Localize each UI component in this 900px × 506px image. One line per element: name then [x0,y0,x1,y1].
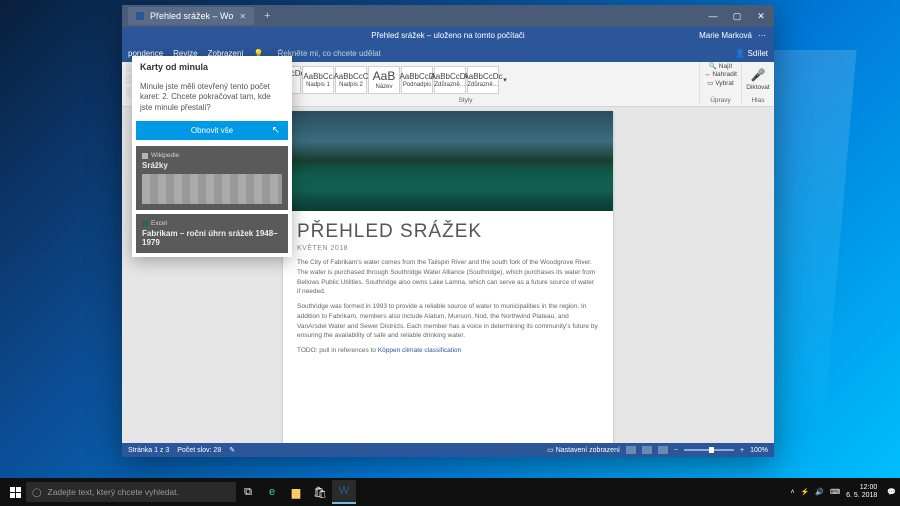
volume-icon[interactable]: 🔊 [815,488,824,496]
paragraph-3: TODO: pull in references to Köppen clima… [297,346,599,356]
user-name: Marie Marková [699,31,752,40]
restore-all-button[interactable]: Obnovit vše ↖ [136,121,288,140]
style-nzev[interactable]: AaBNázev [368,66,400,94]
style-nadpis1[interactable]: AaBbCcNadpis 1 [302,66,334,94]
search-placeholder: Zadejte text, který chcete vyhledat. [48,487,179,497]
replace-button[interactable]: ↔ Nahradit [704,71,737,78]
tell-me-search[interactable]: Řekněte mi, co chcete udělat [278,49,381,58]
popup-title: Karty od minula [132,56,292,78]
store-button[interactable]: 🛍 [308,480,332,504]
card-thumbnail [142,174,282,204]
paragraph-1: The City of Fabrikam's water comes from … [297,258,599,297]
ribbon-group-voice: 🎤 Diktovat Hlas [742,62,774,104]
title-bar: Přehled srážek – uloženo na tomto počíta… [122,27,774,44]
system-tray: ˄ ⚡ 🔊 ⌨ 12:00 6. 5. 2018 💬 [791,484,897,499]
hyperlink[interactable]: Köppen climate classification [378,347,461,354]
wikipedia-icon [142,153,148,159]
dictate-label: Diktovat [746,84,769,91]
clock-time: 12:00 [846,484,877,492]
voice-group-label: Hlas [746,97,770,104]
previous-tab-card-wikipedia[interactable]: Wikipedie Srážky [136,146,288,210]
print-layout-button[interactable] [642,446,652,454]
document-title: Přehled srážek – uloženo na tomto počíta… [371,31,524,40]
clock-date: 6. 5. 2018 [846,492,877,500]
zoom-in-button[interactable]: + [740,447,744,454]
task-view-button[interactable]: ⧉ [236,480,260,504]
styles-more-button[interactable]: ▾ [500,76,510,84]
styles-group-label: Styly [236,97,695,104]
web-layout-button[interactable] [658,446,668,454]
cortana-icon: ◯ [32,487,42,498]
previous-tab-card-excel[interactable]: Excel Fabrikam – roční úhrn srážek 1948–… [136,214,288,253]
network-icon[interactable]: ⚡ [801,488,810,496]
close-tab-icon[interactable]: ✕ [239,12,246,21]
window-tab-word[interactable]: Přehled srážek – Wo ✕ [128,7,254,25]
card-app-name: Excel [151,220,167,227]
share-icon: 👤 [735,49,745,58]
display-settings-button[interactable]: ▭ Nastavení zobrazení [547,446,620,454]
share-label: Sdílet [748,49,768,58]
page-indicator[interactable]: Stránka 1 z 3 [128,447,169,454]
paragraph-2: Southridge was formed in 1993 to provide… [297,302,599,341]
ribbon-group-styles: AaBbCcDc¶ NormálníAaBbCcDc¶ Bez mezerAaB… [232,62,700,104]
zoom-slider[interactable] [684,449,734,451]
previous-tabs-popup: Karty od minula Minule jste měli otevřen… [132,56,292,257]
word-taskbar-button[interactable]: W [332,480,356,504]
style-nadpis2[interactable]: AaBbCcCNadpis 2 [335,66,367,94]
spellcheck-icon[interactable]: ✎ [229,446,235,454]
restore-all-label: Obnovit vše [191,126,233,135]
notifications-icon[interactable]: 💬 [887,488,896,496]
close-window-button[interactable]: ✕ [754,11,768,22]
maximize-button[interactable]: ▢ [730,11,744,22]
status-bar: Stránka 1 z 3 Počet slov: 28 ✎ ▭ Nastave… [122,443,774,457]
file-explorer-button[interactable]: ▆ [284,480,308,504]
style-zdrazn[interactable]: AaBbCcDcZdůrazně… [434,66,466,94]
new-tab-button[interactable]: + [258,10,276,22]
document-hero-image [283,111,613,211]
word-count[interactable]: Počet slov: 28 [177,447,221,454]
taskbar-clock[interactable]: 12:00 6. 5. 2018 [846,484,881,499]
edge-button[interactable]: e [260,480,284,504]
style-zdrazn[interactable]: AaBbCcDcZdůrazně… [467,66,499,94]
card-title: Srážky [142,161,282,170]
card-app-name: Wikipedie [151,152,179,159]
window-tab-bar: Přehled srážek – Wo ✕ + — ▢ ✕ [122,5,774,27]
read-mode-button[interactable] [626,446,636,454]
excel-icon [142,221,148,227]
word-icon [136,12,144,20]
cursor-icon: ↖ [272,125,280,136]
popup-message: Minule jste měli otevřený tento počet ka… [132,78,292,121]
taskbar-search[interactable]: ◯ Zadejte text, který chcete vyhledat. [26,482,236,502]
select-button[interactable]: ▭ Vybrat [707,79,734,87]
start-button[interactable] [4,481,26,503]
tray-chevron-icon[interactable]: ˄ [791,489,795,496]
language-icon[interactable]: ⌨ [830,488,840,496]
tab-title: Přehled srážek – Wo [150,11,233,21]
windows-logo-icon [10,487,21,498]
ribbon-group-editing: 🔍 Najít ↔ Nahradit ▭ Vybrat Úpravy [700,62,742,104]
card-title: Fabrikam – roční úhrn srážek 1948–1979 [142,229,282,247]
style-podnadpis[interactable]: AaBbCcDPodnadpis [401,66,433,94]
editing-group-label: Úpravy [704,97,737,104]
document-subtitle: KVĚTEN 2018 [283,245,613,258]
zoom-out-button[interactable]: − [674,447,678,454]
minimize-button[interactable]: — [706,11,720,22]
user-account[interactable]: Marie Marková ⋯ [699,31,766,40]
microphone-icon[interactable]: 🎤 [751,68,766,82]
find-button[interactable]: 🔍 Najít [709,62,732,70]
share-button[interactable]: 👤 Sdílet [735,49,768,58]
document-body: The City of Fabrikam's water comes from … [283,258,613,356]
zoom-level[interactable]: 100% [750,447,768,454]
ribbon-options-icon[interactable]: ⋯ [758,31,766,40]
document-page: PŘEHLED SRÁŽEK KVĚTEN 2018 The City of F… [283,111,613,443]
document-heading: PŘEHLED SRÁŽEK [283,211,613,245]
taskbar: ◯ Zadejte text, který chcete vyhledat. ⧉… [0,478,900,506]
